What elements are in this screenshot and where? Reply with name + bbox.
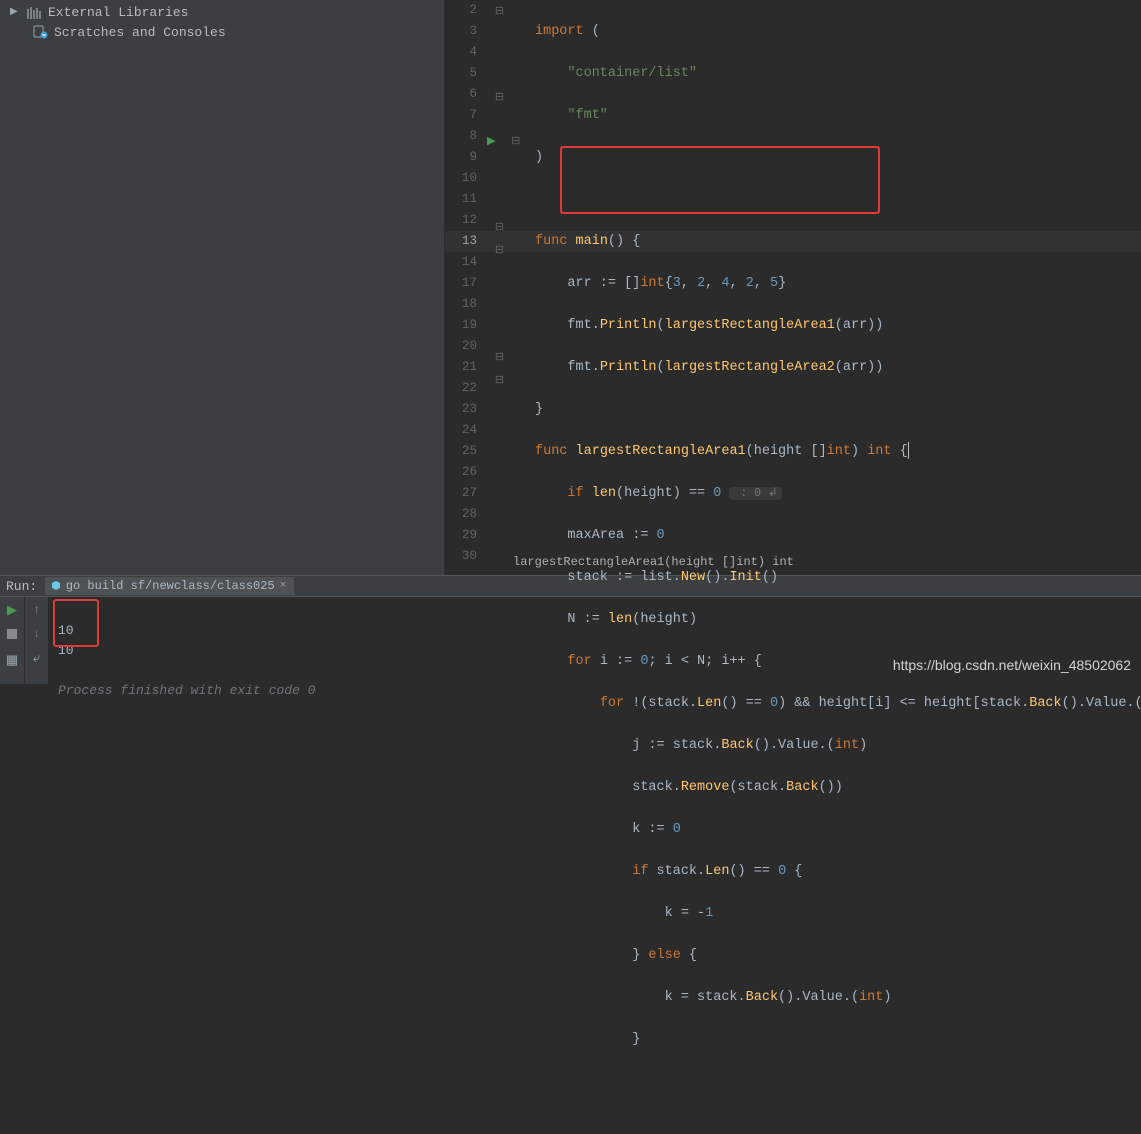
tree-item-label: External Libraries	[48, 5, 188, 20]
tree-item-label: Scratches and Consoles	[54, 25, 226, 40]
breadcrumb[interactable]: largestRectangleArea1(height []int) int	[445, 555, 794, 574]
chevron-right-icon: ▶	[10, 6, 20, 18]
exit-message: Process finished with exit code 0	[58, 683, 315, 698]
run-gutter-icon[interactable]: ▶	[487, 136, 495, 148]
arrow-down-icon[interactable]: ↓	[33, 627, 40, 641]
project-tool-window: ▶ External Libraries Scratches and Conso…	[0, 0, 445, 575]
caret	[908, 442, 909, 459]
tree-item-external-libraries[interactable]: ▶ External Libraries	[0, 2, 444, 22]
code-content[interactable]: import ( "container/list" "fmt" ) func m…	[535, 0, 1141, 575]
stop-icon[interactable]	[7, 628, 17, 643]
scratches-icon	[32, 24, 48, 40]
editor[interactable]: 23456789 10111213141718 19202122232425 2…	[445, 0, 1141, 575]
run-label: Run:	[6, 579, 37, 594]
play-icon[interactable]: ▶	[7, 603, 17, 618]
tree-item-scratches[interactable]: Scratches and Consoles	[0, 22, 444, 42]
annotation-box-code	[560, 146, 880, 214]
library-icon	[26, 4, 42, 20]
gutter-icons: ⊟ ⊟ ▶ ⊟ ⊟ ⊟ ⊟ ⊟	[487, 0, 535, 575]
main-split: ▶ External Libraries Scratches and Conso…	[0, 0, 1141, 575]
layout-icon[interactable]: ▦	[6, 653, 18, 668]
line-number-gutter: 23456789 10111213141718 19202122232425 2…	[445, 0, 487, 575]
go-icon: ⬢	[51, 579, 61, 593]
close-icon[interactable]: ×	[280, 580, 287, 592]
run-tab-label: go build sf/newclass/class025	[66, 579, 275, 593]
soft-wrap-icon[interactable]: ⤶	[33, 651, 40, 666]
run-tab[interactable]: ⬢ go build sf/newclass/class025 ×	[45, 577, 294, 595]
annotation-box-output	[53, 599, 99, 647]
arrow-up-icon[interactable]: ↑	[33, 603, 40, 617]
run-toolbar-left: ▶ ▦	[0, 597, 24, 684]
watermark: https://blog.csdn.net/weixin_48502062	[893, 657, 1131, 673]
run-toolbar-right: ↑ ↓ ⤶	[24, 597, 48, 684]
